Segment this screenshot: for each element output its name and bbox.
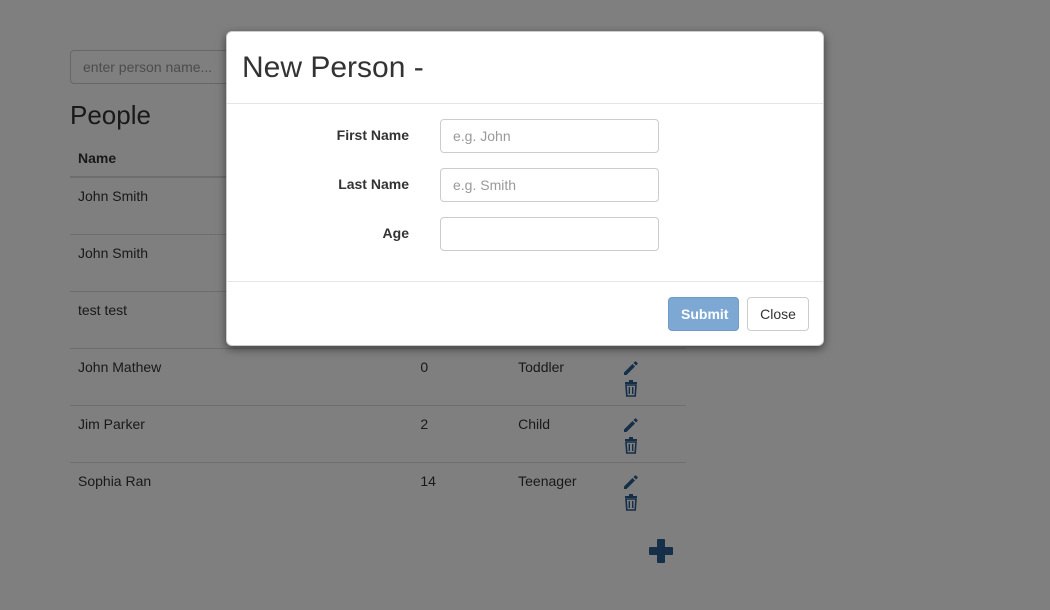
modal-title: New Person - <box>242 51 424 84</box>
submit-button[interactable]: Submit <box>668 297 739 331</box>
first-name-label: First Name <box>336 127 409 143</box>
last-name-label: Last Name <box>338 176 409 192</box>
age-input[interactable] <box>440 217 659 251</box>
form-row-first-name: First Name <box>227 119 823 153</box>
modal-body: First Name Last Name Age <box>227 104 823 282</box>
form-row-last-name: Last Name <box>227 168 823 202</box>
close-button[interactable]: Close <box>747 297 809 331</box>
form-row-age: Age <box>227 217 823 251</box>
modal-footer: Submit Close <box>227 282 823 345</box>
age-label: Age <box>382 225 409 241</box>
new-person-dialog: New Person - First Name Last Name Age Su… <box>226 31 824 346</box>
modal-header: New Person - <box>227 32 823 104</box>
last-name-input[interactable] <box>440 168 659 202</box>
first-name-input[interactable] <box>440 119 659 153</box>
